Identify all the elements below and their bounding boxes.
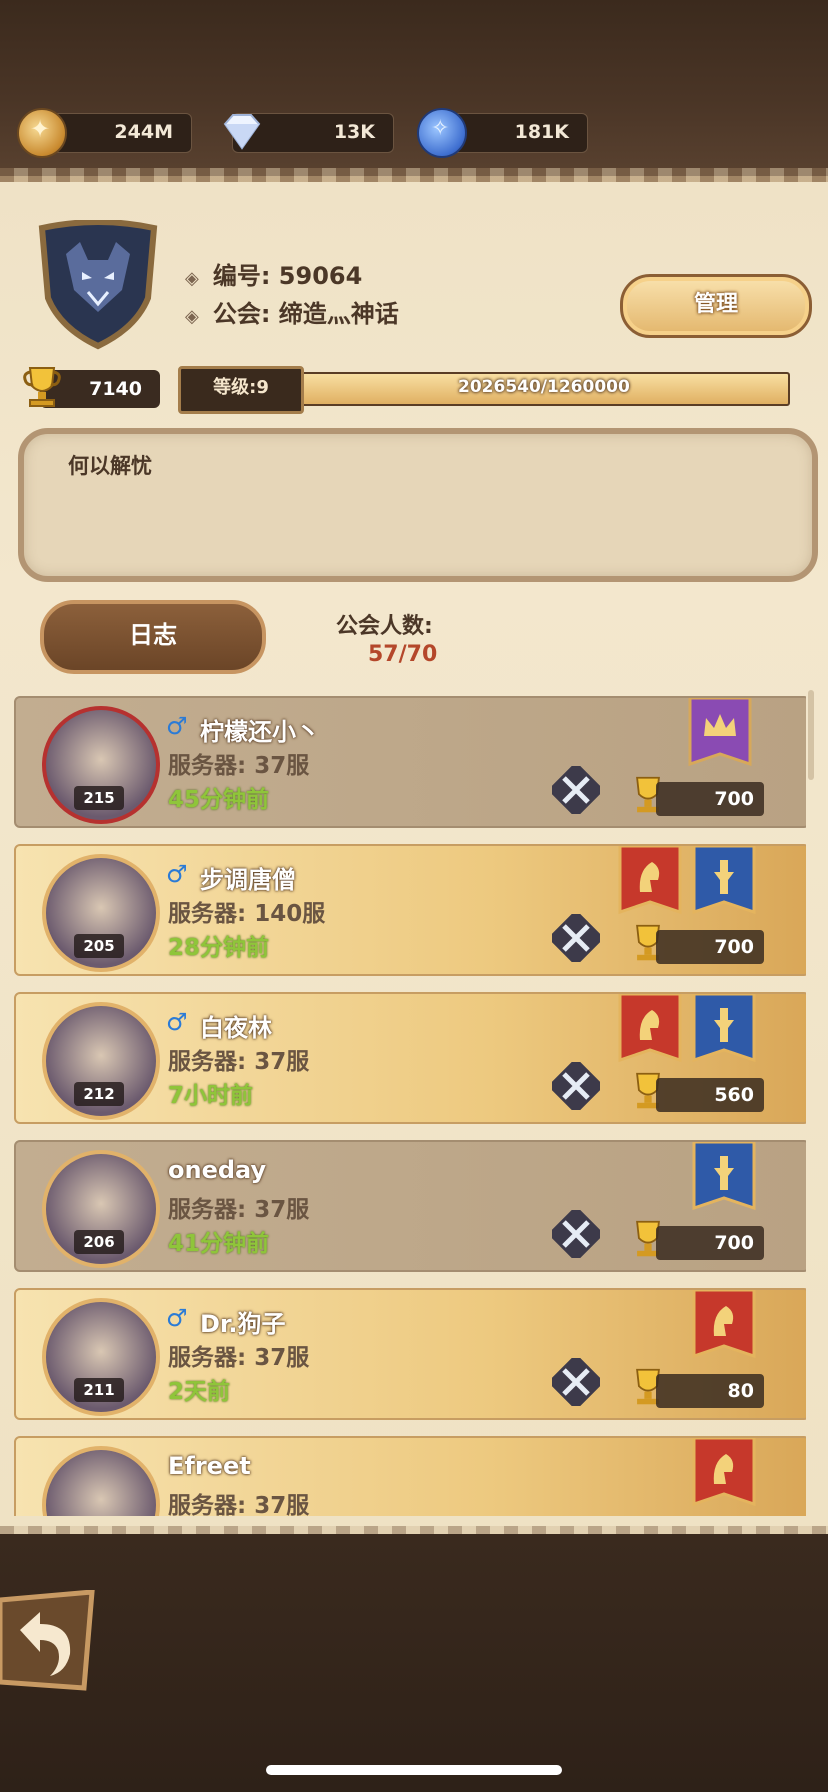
- back-arrow-icon[interactable]: [0, 1590, 100, 1694]
- panel-border-top: [0, 168, 828, 182]
- diamond-value: 13K: [333, 121, 375, 143]
- member-server: 服务器: 37服: [168, 753, 310, 779]
- member-list-scrollbar[interactable]: [808, 690, 814, 780]
- red-banner-icon: [692, 1290, 756, 1359]
- member-card[interactable]: Efreet 服务器: 37服: [14, 1436, 806, 1516]
- guild-id: ◈ 编号: 59064: [185, 262, 363, 290]
- crossed-swords-icon: [552, 1062, 600, 1110]
- member-card[interactable]: 211 ♂ Dr.狗子 服务器: 37服 2天前 80: [14, 1288, 806, 1420]
- member-last-online: 45分钟前: [168, 787, 270, 813]
- member-level: 212: [74, 1082, 124, 1106]
- red-banner-icon: [618, 846, 682, 915]
- gold-coin-icon: [17, 108, 67, 158]
- gold-currency[interactable]: 244M: [17, 108, 192, 158]
- member-level: 206: [74, 1230, 124, 1254]
- member-name: 步调唐僧: [200, 866, 296, 894]
- member-server: 服务器: 37服: [168, 1493, 310, 1516]
- diamond-bullet-icon: ◈: [185, 268, 199, 289]
- male-icon: ♂: [166, 860, 188, 888]
- member-last-online: 28分钟前: [168, 935, 270, 961]
- male-icon: ♂: [166, 1008, 188, 1036]
- member-server: 服务器: 37服: [168, 1049, 310, 1075]
- gold-value: 244M: [114, 121, 173, 143]
- member-level: 215: [74, 786, 124, 810]
- diamond-icon: [219, 108, 265, 154]
- purple-crown-banner-icon: [688, 698, 752, 767]
- male-icon: ♂: [166, 712, 188, 740]
- crystal-currency[interactable]: 181K: [417, 108, 588, 158]
- home-indicator[interactable]: [266, 1765, 562, 1775]
- top-resource-bar: [0, 0, 828, 180]
- member-trophy: 80: [656, 1374, 764, 1408]
- member-last-online: 41分钟前: [168, 1231, 270, 1257]
- blue-crystal-icon: [417, 108, 467, 158]
- crossed-swords-icon: [552, 766, 600, 814]
- member-trophy: 700: [656, 930, 764, 964]
- member-count-value: 57/70: [368, 642, 438, 667]
- guild-trophy-value: 7140: [89, 378, 142, 400]
- guild-level-label: 等级:9: [178, 366, 304, 414]
- member-level: 205: [74, 934, 124, 958]
- member-server: 服务器: 37服: [168, 1197, 310, 1223]
- member-name: 白夜林: [200, 1014, 272, 1042]
- diamond-bullet-icon: ◈: [185, 306, 199, 327]
- member-card[interactable]: 206 oneday 服务器: 37服 41分钟前 700: [14, 1140, 806, 1272]
- member-level: 211: [74, 1378, 124, 1402]
- member-last-online: 2天前: [168, 1379, 231, 1405]
- guild-notice-box[interactable]: 何以解忧: [18, 428, 818, 582]
- blue-banner-icon: [692, 1142, 756, 1211]
- member-last-online: 7小时前: [168, 1083, 254, 1109]
- blue-banner-icon: [692, 994, 756, 1063]
- member-card[interactable]: 212 ♂ 白夜林 服务器: 37服 7小时前 560: [14, 992, 806, 1124]
- crossed-swords-icon: [552, 1358, 600, 1406]
- log-button[interactable]: 日志: [40, 600, 266, 674]
- male-icon: ♂: [166, 1304, 188, 1332]
- bottom-bar: [0, 1534, 828, 1792]
- member-trophy: 700: [656, 782, 764, 816]
- diamond-currency[interactable]: 13K: [223, 113, 394, 153]
- guild-emblem-icon: [38, 220, 158, 350]
- member-card[interactable]: 215 ♂ 柠檬还小丶 服务器: 37服 45分钟前 700: [14, 696, 806, 828]
- manage-button[interactable]: 管理: [620, 274, 812, 338]
- member-name: oneday: [168, 1156, 267, 1184]
- crossed-swords-icon: [552, 1210, 600, 1258]
- guild-notice-text: 何以解忧: [68, 454, 152, 478]
- member-name: Dr.狗子: [200, 1310, 286, 1338]
- member-name: 柠檬还小丶: [200, 718, 320, 746]
- member-count-label: 公会人数:: [336, 614, 433, 639]
- crystal-value: 181K: [514, 121, 569, 143]
- member-list[interactable]: 215 ♂ 柠檬还小丶 服务器: 37服 45分钟前 700 205 ♂ 步调唐…: [14, 694, 806, 1516]
- member-card[interactable]: 205 ♂ 步调唐僧 服务器: 140服 28分钟前 700: [14, 844, 806, 976]
- member-name: Efreet: [168, 1452, 251, 1480]
- guild-exp-text: 2026540/1260000: [458, 377, 630, 397]
- guild-level-bar: 等级:9 2026540/1260000: [178, 366, 798, 414]
- member-server: 服务器: 37服: [168, 1345, 310, 1371]
- member-server: 服务器: 140服: [168, 901, 326, 927]
- trophy-icon: [23, 367, 61, 407]
- blue-banner-icon: [692, 846, 756, 915]
- member-trophy: 700: [656, 1226, 764, 1260]
- red-banner-icon: [618, 994, 682, 1063]
- member-avatar[interactable]: [42, 1446, 160, 1516]
- guild-name: ◈ 公会: 缔造灬神话: [185, 300, 399, 328]
- red-banner-icon: [692, 1438, 756, 1507]
- member-trophy: 560: [656, 1078, 764, 1112]
- crossed-swords-icon: [552, 914, 600, 962]
